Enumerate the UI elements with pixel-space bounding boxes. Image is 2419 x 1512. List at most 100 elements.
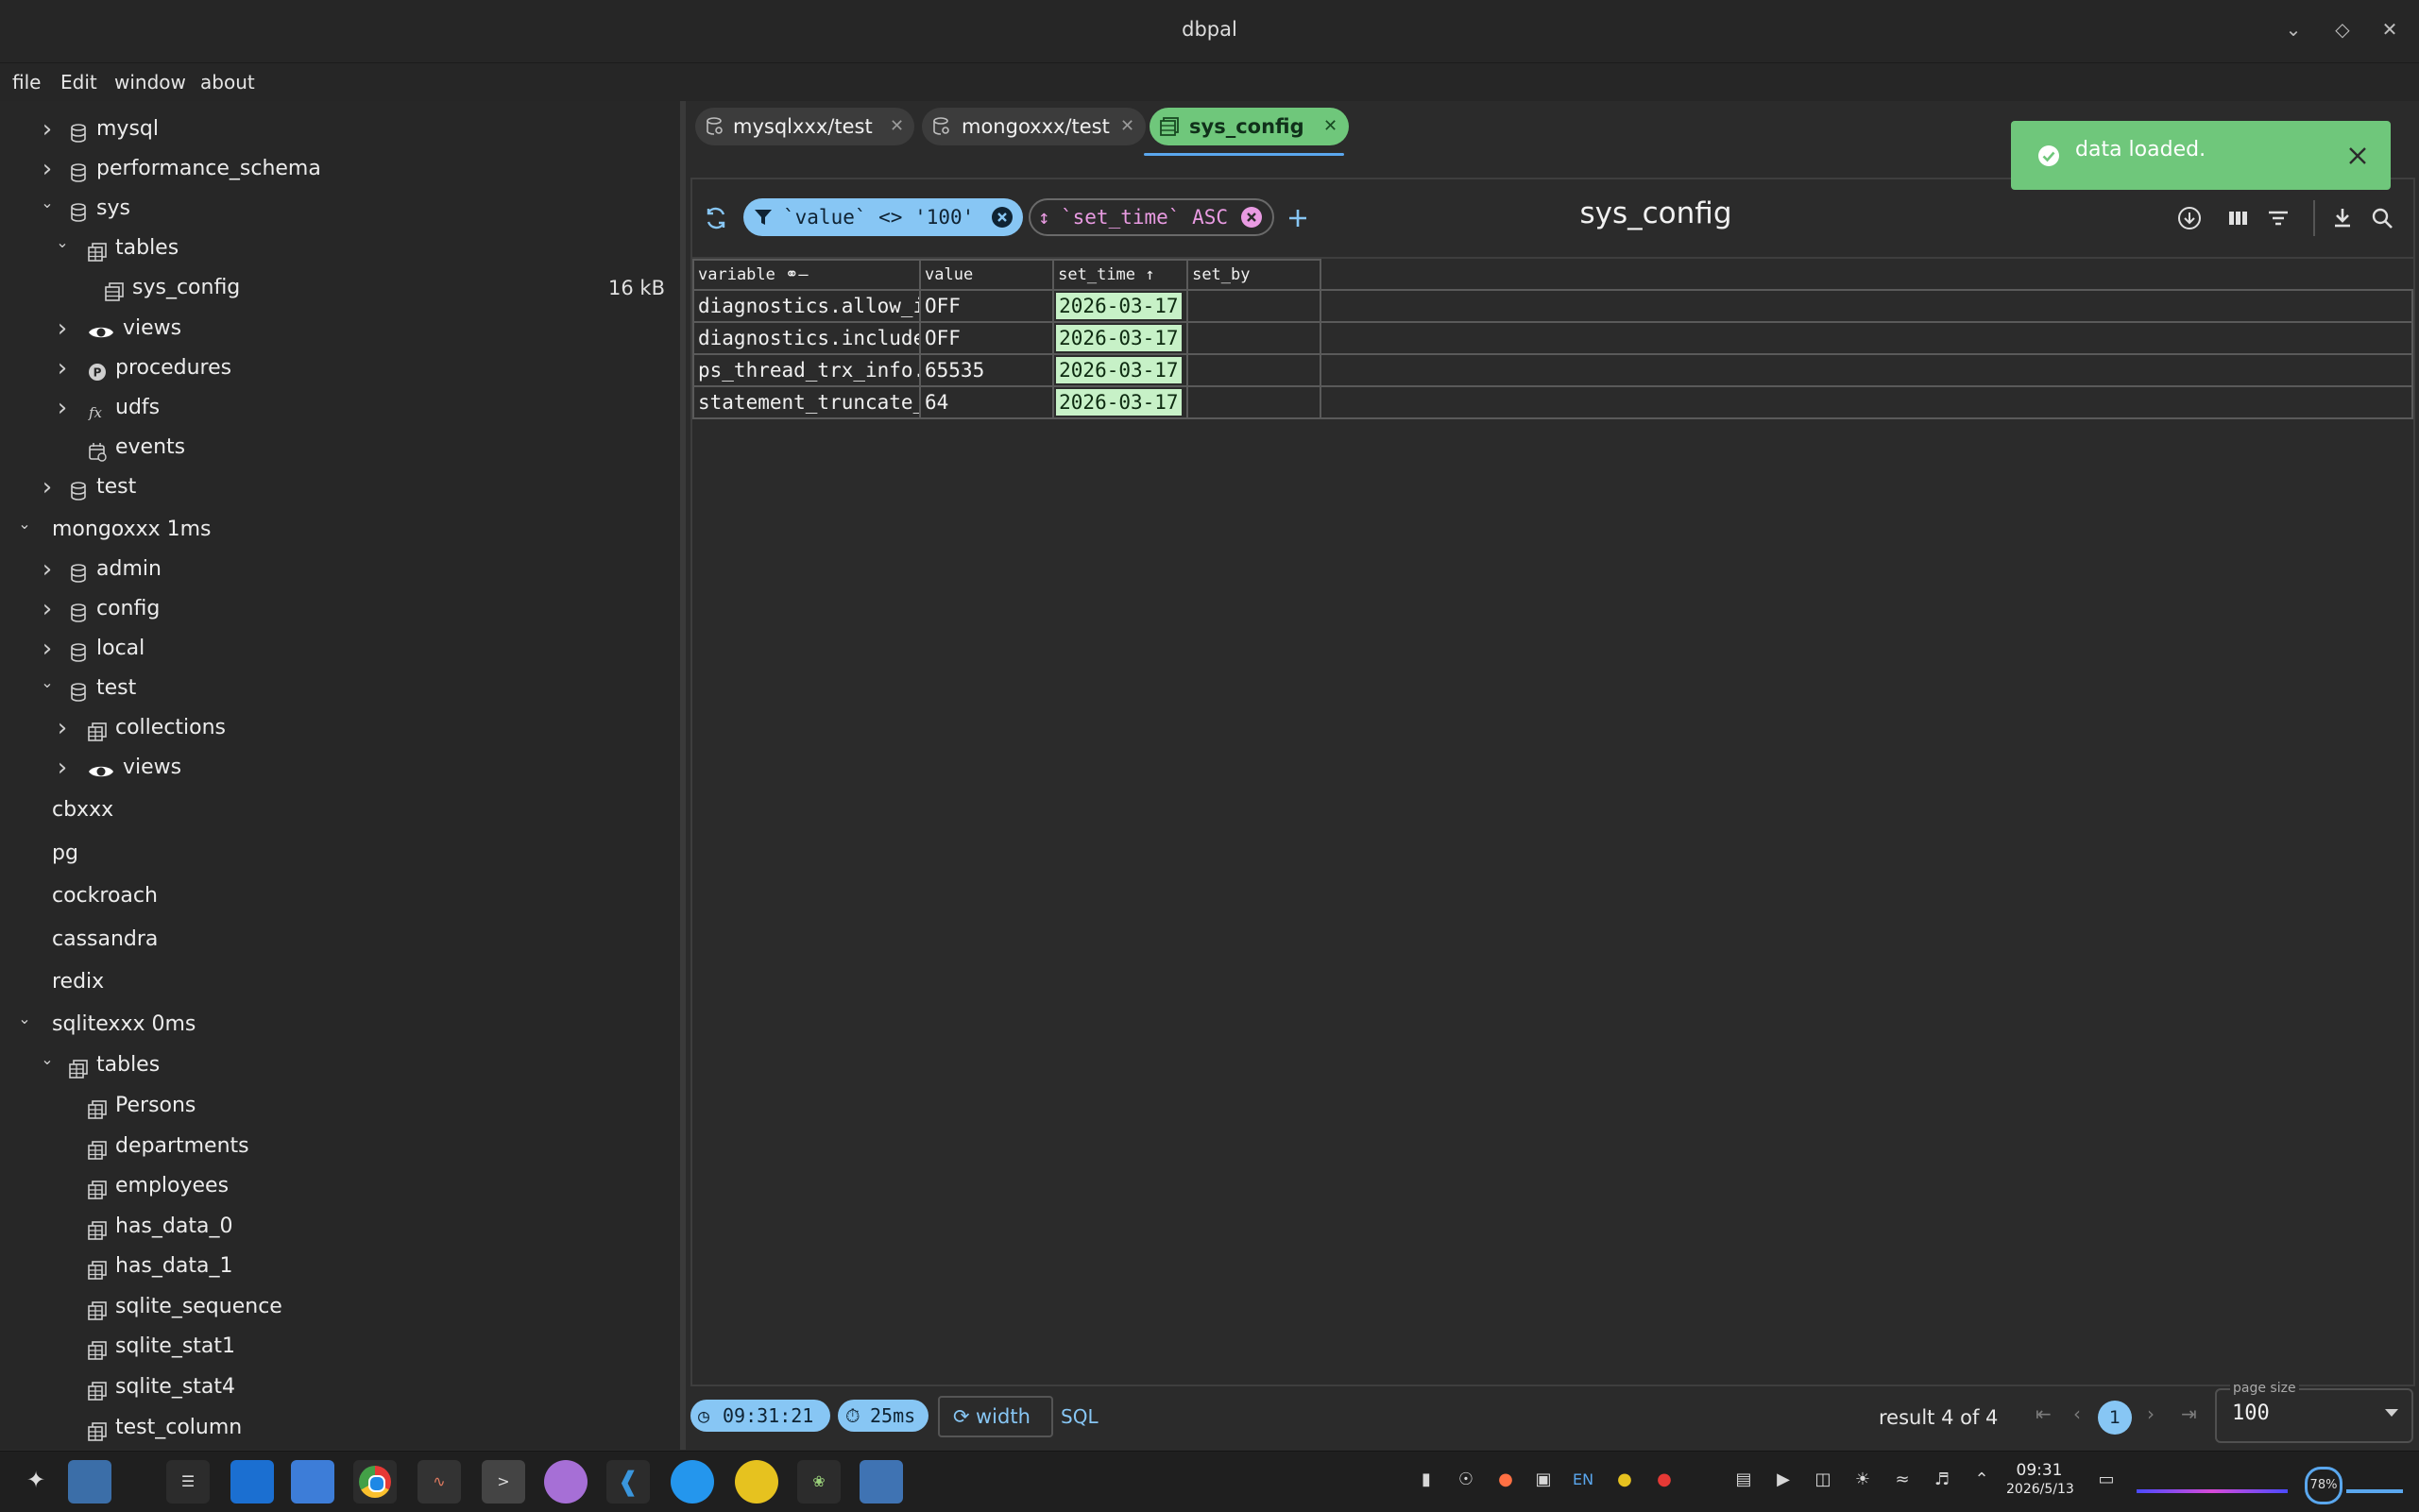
tree-item-sys[interactable]: ⌄ sys xyxy=(0,190,680,228)
tree-item-cassandra[interactable]: cassandra xyxy=(0,921,680,959)
cell-variable[interactable]: diagnostics.include xyxy=(692,321,921,355)
menu-window[interactable]: window xyxy=(114,71,186,93)
tree-item-has-data-1[interactable]: has_data_1 xyxy=(0,1248,680,1285)
tray-language[interactable]: EN xyxy=(1572,1469,1594,1491)
tray-expand-icon[interactable]: ⌃ xyxy=(1970,1469,1993,1491)
table-row[interactable]: diagnostics.include OFF 2026-03-17 xyxy=(692,321,2413,355)
menu-file[interactable]: file xyxy=(12,71,41,93)
settings-app-icon[interactable]: ☰ xyxy=(166,1460,210,1504)
cell-set-by[interactable] xyxy=(1186,385,1322,419)
chevron-right-icon[interactable]: › xyxy=(38,630,57,668)
sort-chip[interactable]: ↕ `set_time` ASC xyxy=(1029,198,1274,236)
tree-item-collections[interactable]: › collections xyxy=(0,709,680,747)
cell-set-time[interactable]: 2026-03-17 xyxy=(1052,385,1189,419)
maximize-icon[interactable]: ◇ xyxy=(2328,15,2357,43)
tree-item-config[interactable]: › config xyxy=(0,590,680,628)
tree-item-udfs[interactable]: › fx udfs xyxy=(0,389,680,427)
download-circle-icon[interactable] xyxy=(2177,206,2202,230)
tree-item-views[interactable]: › views xyxy=(0,749,680,787)
app-icon[interactable] xyxy=(735,1460,778,1504)
chevron-down-icon[interactable]: ⌄ xyxy=(53,224,72,262)
workspace-icon[interactable] xyxy=(68,1460,111,1504)
tray-docker-icon[interactable]: ▣ xyxy=(1532,1469,1555,1491)
cell-value[interactable]: OFF xyxy=(918,289,1055,323)
tree-item-mongoxxx-1ms[interactable]: ⌄ mongoxxx 1ms xyxy=(0,511,680,549)
export-icon[interactable] xyxy=(2330,206,2355,230)
network-status-icon[interactable]: ◫ xyxy=(1812,1469,1834,1491)
tree-item-sqlite-stat4[interactable]: sqlite_stat4 xyxy=(0,1368,680,1406)
tree-item-sqlite-stat1[interactable]: sqlite_stat1 xyxy=(0,1328,680,1366)
cell-set-by[interactable] xyxy=(1186,353,1322,387)
tree-item-mysql[interactable]: › mysql xyxy=(0,110,680,148)
filter-lines-icon[interactable] xyxy=(2266,206,2291,230)
chevron-down-icon[interactable]: ⌄ xyxy=(15,1000,34,1038)
last-page-icon[interactable]: ⇥ xyxy=(2181,1402,2197,1425)
chevron-down-icon[interactable]: ⌄ xyxy=(38,1041,57,1079)
file-manager-icon[interactable] xyxy=(291,1460,334,1504)
taskbar-clock[interactable]: 09:31 2026/5/13 xyxy=(2006,1460,2074,1498)
sql-link[interactable]: SQL xyxy=(1061,1405,1099,1428)
brightness-icon[interactable]: ☀ xyxy=(1851,1469,1874,1491)
filter-chip[interactable]: `value` <> '100' xyxy=(743,198,1023,236)
tab-close-icon[interactable]: ✕ xyxy=(890,108,904,145)
tab-close-icon[interactable]: ✕ xyxy=(1323,108,1337,145)
prev-page-icon[interactable]: ‹ xyxy=(2073,1402,2081,1425)
cell-set-by[interactable] xyxy=(1186,289,1322,323)
tree-item-departments[interactable]: departments xyxy=(0,1128,680,1165)
cell-variable[interactable]: ps_thread_trx_info. xyxy=(692,353,921,387)
vscode-icon[interactable]: ❰ xyxy=(606,1460,650,1504)
chrome-icon[interactable] xyxy=(353,1460,397,1504)
sidebar-splitter[interactable] xyxy=(680,101,686,1450)
cell-set-time[interactable]: 2026-03-17 xyxy=(1052,321,1189,355)
tree-item-tables[interactable]: ⌄ tables xyxy=(0,229,680,267)
show-desktop-icon[interactable]: ▭ xyxy=(2095,1469,2118,1491)
table-row[interactable]: statement_truncate_ 64 2026-03-17 xyxy=(692,385,2413,419)
cell-set-time[interactable]: 2026-03-17 xyxy=(1052,289,1189,323)
tray-red-icon[interactable]: ● xyxy=(1653,1469,1676,1491)
remove-filter-icon[interactable] xyxy=(991,206,1014,229)
tree-item-admin[interactable]: › admin xyxy=(0,551,680,588)
table-row[interactable]: diagnostics.allow_i OFF 2026-03-17 xyxy=(692,289,2413,323)
cell-variable[interactable]: diagnostics.allow_i xyxy=(692,289,921,323)
tab-close-icon[interactable]: ✕ xyxy=(1120,108,1134,145)
chevron-right-icon[interactable]: › xyxy=(53,749,72,787)
tree-item-test[interactable]: ⌄ test xyxy=(0,670,680,707)
clipboard-icon[interactable]: ▤ xyxy=(1732,1469,1755,1491)
add-condition-icon[interactable] xyxy=(1286,206,1310,230)
tree-item-sqlite-sequence[interactable]: sqlite_sequence xyxy=(0,1288,680,1326)
current-page[interactable]: 1 xyxy=(2098,1401,2132,1435)
media-icon[interactable]: ▶ xyxy=(1772,1469,1795,1491)
tree-item-employees[interactable]: employees xyxy=(0,1167,680,1205)
monitor-app-icon[interactable]: ∿ xyxy=(417,1460,461,1504)
cell-set-time[interactable]: 2026-03-17 xyxy=(1052,353,1189,387)
tree-item-views[interactable]: › views xyxy=(0,310,680,348)
tray-yellow-icon[interactable]: ● xyxy=(1613,1469,1636,1491)
tree-item-has-data-0[interactable]: has_data_0 xyxy=(0,1208,680,1246)
cell-value[interactable]: 64 xyxy=(918,385,1055,419)
tray-sync-icon[interactable]: ☉ xyxy=(1455,1469,1477,1491)
tree-item-events[interactable]: events xyxy=(0,429,680,467)
launcher-icon[interactable]: ✦ xyxy=(26,1467,57,1497)
tab-sys-config[interactable]: sys_config ✕ xyxy=(1150,108,1349,145)
chevron-right-icon[interactable]: › xyxy=(38,551,57,588)
column-header-value[interactable]: value xyxy=(918,259,1055,291)
column-header-set-by[interactable]: set_by xyxy=(1186,259,1322,291)
tree-item-pg[interactable]: pg xyxy=(0,835,680,873)
table-row[interactable]: ps_thread_trx_info. 65535 2026-03-17 xyxy=(692,353,2413,387)
chevron-right-icon[interactable]: › xyxy=(38,468,57,506)
tab-mysqlxxx-test[interactable]: mysqlxxx/test ✕ xyxy=(695,108,914,145)
battery-indicator[interactable]: 78% xyxy=(2305,1467,2342,1504)
refresh-icon[interactable] xyxy=(704,206,728,230)
tree-item-sys-config[interactable]: sys_config 16 kB xyxy=(0,269,680,307)
cat-app-icon[interactable] xyxy=(544,1460,588,1504)
chevron-right-icon[interactable]: › xyxy=(38,110,57,148)
wifi-icon[interactable]: ≈ xyxy=(1891,1469,1914,1491)
tray-cat-icon[interactable]: ● xyxy=(1494,1469,1517,1491)
close-toast-icon[interactable] xyxy=(2347,145,2368,166)
chevron-right-icon[interactable]: › xyxy=(53,349,72,387)
tree-item-performance-schema[interactable]: › performance_schema xyxy=(0,150,680,188)
remove-sort-icon[interactable] xyxy=(1240,206,1263,229)
tree-item-procedures[interactable]: › Pprocedures xyxy=(0,349,680,387)
first-page-icon[interactable]: ⇤ xyxy=(2036,1402,2052,1425)
cell-variable[interactable]: statement_truncate_ xyxy=(692,385,921,419)
